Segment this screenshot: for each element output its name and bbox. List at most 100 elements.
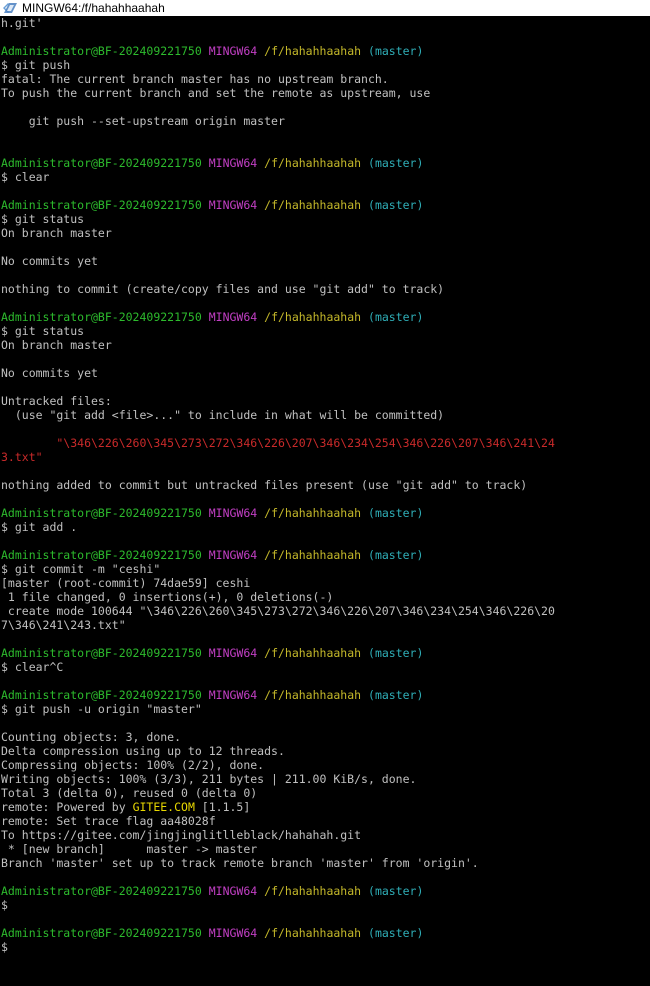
prompt-branch: (master) — [368, 688, 424, 702]
command-line: $ git push — [1, 58, 71, 72]
prompt-user: Administrator@BF-202409221750 — [1, 506, 202, 520]
prompt-branch: (master) — [368, 548, 424, 562]
untracked-file-line: "\346\226\260\345\273\272\346\226\207\34… — [1, 436, 555, 450]
terminal-output[interactable]: h.git' Administrator@BF-202409221750 MING… — [0, 16, 650, 986]
prompt-user: Administrator@BF-202409221750 — [1, 44, 202, 58]
prompt-path: /f/hahahhaahah — [264, 646, 362, 660]
command-line: $ clear^C — [1, 660, 64, 674]
command-line: $ git status — [1, 212, 85, 226]
prompt-line: Administrator@BF-202409221750 MINGW64 /f… — [0, 506, 650, 520]
prompt-system: MINGW64 — [208, 884, 258, 898]
prompt-system: MINGW64 — [208, 506, 258, 520]
output-line: (use "git add <file>..." to include in w… — [1, 408, 445, 422]
command-line: $ — [1, 940, 8, 954]
prompt-branch: (master) — [368, 506, 424, 520]
prompt-line: Administrator@BF-202409221750 MINGW64 /f… — [0, 548, 650, 562]
prompt-system: MINGW64 — [208, 926, 258, 940]
prompt-branch: (master) — [368, 926, 424, 940]
title-bar: MINGW64:/f/hahahhaahah — [0, 0, 650, 16]
window-title: MINGW64:/f/hahahhaahah — [22, 1, 165, 15]
prompt-user: Administrator@BF-202409221750 — [1, 646, 202, 660]
output-line: Writing objects: 100% (3/3), 211 bytes |… — [1, 772, 417, 786]
prompt-user: Administrator@BF-202409221750 — [1, 548, 202, 562]
prompt-path: /f/hahahhaahah — [264, 506, 362, 520]
prompt-system: MINGW64 — [208, 548, 258, 562]
prompt-system: MINGW64 — [208, 646, 258, 660]
prompt-path: /f/hahahhaahah — [264, 926, 362, 940]
output-line: Compressing objects: 100% (2/2), done. — [1, 758, 265, 772]
prompt-path: /f/hahahhaahah — [264, 44, 362, 58]
prompt-user: Administrator@BF-202409221750 — [1, 688, 202, 702]
prompt-user: Administrator@BF-202409221750 — [1, 156, 202, 170]
output-text: remote: Powered by — [1, 800, 133, 814]
output-line: Total 3 (delta 0), reused 0 (delta 0) — [1, 786, 258, 800]
output-line: 7\346\241\243.txt" — [1, 618, 126, 632]
prompt-user: Administrator@BF-202409221750 — [1, 310, 202, 324]
prompt-line: Administrator@BF-202409221750 MINGW64 /f… — [0, 884, 650, 898]
prompt-line: Administrator@BF-202409221750 MINGW64 /f… — [0, 310, 650, 324]
prompt-system: MINGW64 — [208, 156, 258, 170]
prompt-path: /f/hahahhaahah — [264, 884, 362, 898]
output-line: * [new branch] master -> master — [1, 842, 258, 856]
prompt-path: /f/hahahhaahah — [264, 310, 362, 324]
prompt-system: MINGW64 — [208, 688, 258, 702]
output-line: h.git' — [1, 16, 43, 30]
output-line: Delta compression using up to 12 threads… — [1, 744, 285, 758]
prompt-system: MINGW64 — [208, 310, 258, 324]
output-line: nothing to commit (create/copy files and… — [1, 282, 445, 296]
git-bash-icon — [3, 3, 17, 13]
output-line: [master (root-commit) 74dae59] ceshi — [1, 576, 251, 590]
output-line: remote: Set trace flag aa48028f — [1, 814, 216, 828]
prompt-line: Administrator@BF-202409221750 MINGW64 /f… — [0, 688, 650, 702]
command-line: $ git add . — [1, 520, 78, 534]
output-line: git push --set-upstream origin master — [1, 114, 285, 128]
prompt-system: MINGW64 — [208, 44, 258, 58]
output-line: Untracked files: — [1, 394, 112, 408]
output-text: [1.1.5] — [194, 800, 251, 814]
output-line: On branch master — [1, 226, 112, 240]
output-line: fatal: The current branch master has no … — [1, 72, 389, 86]
prompt-user: Administrator@BF-202409221750 — [1, 926, 202, 940]
prompt-user: Administrator@BF-202409221750 — [1, 198, 202, 212]
output-line: To https://gitee.com/jingjinglitlleblack… — [1, 828, 362, 842]
prompt-branch: (master) — [368, 310, 424, 324]
output-line: On branch master — [1, 338, 112, 352]
output-line: create mode 100644 "\346\226\260\345\273… — [1, 604, 555, 618]
output-line: 1 file changed, 0 insertions(+), 0 delet… — [1, 590, 334, 604]
prompt-line: Administrator@BF-202409221750 MINGW64 /f… — [0, 44, 650, 58]
prompt-branch: (master) — [368, 44, 424, 58]
command-line: $ git push -u origin "master" — [1, 702, 202, 716]
prompt-system: MINGW64 — [208, 198, 258, 212]
output-line: nothing added to commit but untracked fi… — [1, 478, 528, 492]
command-line: $ git commit -m "ceshi" — [1, 562, 161, 576]
output-line: Counting objects: 3, done. — [1, 730, 182, 744]
prompt-line: Administrator@BF-202409221750 MINGW64 /f… — [0, 198, 650, 212]
output-line: remote: Powered by GITEE.COM [1.1.5] — [0, 800, 650, 814]
prompt-path: /f/hahahhaahah — [264, 548, 362, 562]
prompt-branch: (master) — [368, 884, 424, 898]
command-line: $ clear — [1, 170, 50, 184]
output-line: No commits yet — [1, 254, 98, 268]
output-line: To push the current branch and set the r… — [1, 86, 431, 100]
prompt-path: /f/hahahhaahah — [264, 198, 362, 212]
command-line: $ git status — [1, 324, 85, 338]
prompt-line: Administrator@BF-202409221750 MINGW64 /f… — [0, 156, 650, 170]
prompt-branch: (master) — [368, 198, 424, 212]
